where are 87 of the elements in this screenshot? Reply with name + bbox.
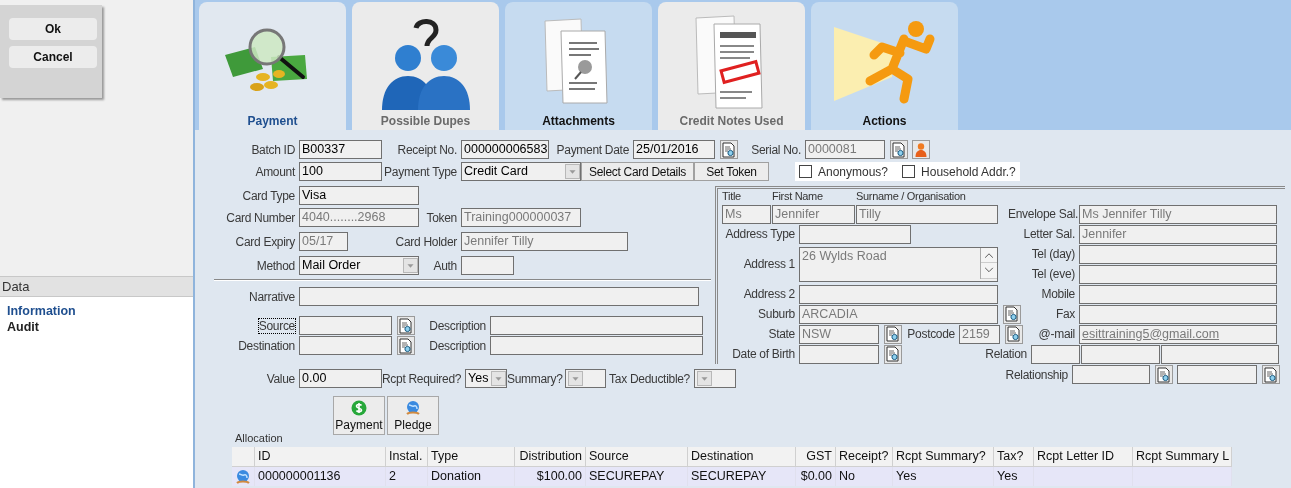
- dialog-button[interactable]: Cancel: [9, 46, 97, 68]
- field-label: Summary?: [507, 371, 564, 386]
- field-label: Narrative: [248, 289, 296, 304]
- field-label: Tel (eve): [1030, 267, 1076, 281]
- table-cell: Donation: [428, 467, 515, 486]
- field-label: Fax: [1054, 307, 1076, 321]
- dropdown[interactable]: Mail Order: [299, 256, 419, 275]
- column-label: First Name: [772, 190, 824, 202]
- table-cell: $0.00: [796, 467, 836, 486]
- column-header[interactable]: Destination: [688, 447, 796, 467]
- field-label: Receipt No.: [396, 142, 458, 157]
- field-label: Suburb: [757, 307, 796, 321]
- field-label: Auth: [432, 258, 458, 273]
- field-label: Description: [428, 318, 487, 333]
- field-label: Tel (day): [1030, 247, 1076, 261]
- field-label: Relationship: [1004, 367, 1069, 382]
- field-label: Mobile: [1040, 287, 1076, 301]
- field-label: Token: [425, 210, 458, 225]
- section-label: Allocation: [235, 432, 283, 444]
- text-field[interactable]: 25/01/2016: [633, 140, 715, 159]
- checkbox-label: Anonymous?: [818, 164, 889, 179]
- table-cell: SECUREPAY: [586, 467, 688, 486]
- text-field[interactable]: 100: [299, 162, 382, 181]
- column-header[interactable]: Rcpt Letter ID: [1034, 447, 1133, 467]
- table-cell: 2: [386, 467, 428, 486]
- checkbox-label: Household Addr.?: [921, 164, 1016, 179]
- field-label: Tax Deductible?: [608, 371, 691, 386]
- field-label: Description: [428, 338, 487, 353]
- table-cell: 000000001136: [255, 467, 386, 486]
- tab[interactable]: Payment: [199, 2, 346, 130]
- table-cell: Yes: [994, 467, 1034, 486]
- column-header[interactable]: Rcpt Summary L: [1133, 447, 1232, 467]
- table-cell: $100.00: [515, 467, 586, 486]
- column-label: Surname / Organisation: [856, 190, 967, 202]
- field-label: Letter Sal.: [1022, 227, 1076, 241]
- field-label: Postcode: [906, 327, 956, 341]
- field-label: Address 2: [742, 287, 796, 301]
- table-cell: Yes: [893, 467, 994, 486]
- sidebar-item[interactable]: Information: [7, 304, 76, 318]
- field-label: Envelope Sal.: [1008, 207, 1079, 221]
- text-field[interactable]: B00337: [299, 140, 382, 159]
- dropdown[interactable]: Yes: [465, 369, 507, 388]
- field-label: Address 1: [742, 257, 796, 271]
- field-label: Method: [255, 258, 296, 273]
- field-label: Card Holder: [394, 234, 458, 249]
- column-header[interactable]: Type: [428, 447, 515, 467]
- set-token-button[interactable]: Set Token: [694, 162, 769, 181]
- text-field[interactable]: Visa: [299, 186, 419, 205]
- text-field[interactable]: 000000006583: [461, 140, 549, 159]
- column-header[interactable]: Tax?: [994, 447, 1034, 467]
- field-label: Destination: [238, 338, 295, 353]
- dialog-button[interactable]: Ok: [9, 18, 97, 40]
- section-header: Data: [0, 276, 193, 297]
- action-button[interactable]: Payment: [333, 396, 385, 435]
- column-header[interactable]: Receipt?: [836, 447, 893, 467]
- table-cell: No: [836, 467, 893, 486]
- field-label: Date of Birth: [731, 347, 796, 361]
- field-label: Rcpt Required?: [382, 371, 463, 386]
- field-label: Amount: [254, 164, 297, 179]
- field-label: Card Expiry: [234, 234, 296, 249]
- column-header[interactable]: ID: [255, 447, 386, 467]
- column-header[interactable]: Source: [586, 447, 688, 467]
- dropdown[interactable]: Credit Card: [461, 162, 581, 181]
- column-header[interactable]: Instal.: [386, 447, 428, 467]
- field-label: Card Number: [225, 210, 296, 225]
- field-label: @-mail: [1037, 327, 1076, 341]
- text-field[interactable]: 0.00: [299, 369, 382, 388]
- sidebar-item[interactable]: Audit: [7, 320, 39, 334]
- table-cell: SECUREPAY: [688, 467, 796, 486]
- column-label: Title: [722, 190, 742, 202]
- field-label: Source: [258, 318, 295, 333]
- field-label: Batch ID: [250, 142, 296, 157]
- column-header[interactable]: Distribution: [515, 447, 586, 467]
- field-label: Card Type: [241, 188, 296, 203]
- field-label: Payment Type: [383, 164, 458, 179]
- field-label: Payment Date: [555, 142, 630, 157]
- field-label: Relation: [984, 347, 1028, 361]
- field-label: Value: [265, 371, 296, 386]
- field-label: Serial No.: [750, 142, 802, 157]
- field-label: Address Type: [724, 227, 796, 241]
- column-header[interactable]: GST: [796, 447, 836, 467]
- column-header[interactable]: Rcpt Summary?: [893, 447, 994, 467]
- tab[interactable]: Attachments: [505, 2, 652, 130]
- field-label: State: [767, 327, 796, 341]
- select-card-button[interactable]: Select Card Details: [581, 162, 694, 181]
- tab[interactable]: Actions: [811, 2, 958, 130]
- action-button[interactable]: Pledge: [387, 396, 439, 435]
